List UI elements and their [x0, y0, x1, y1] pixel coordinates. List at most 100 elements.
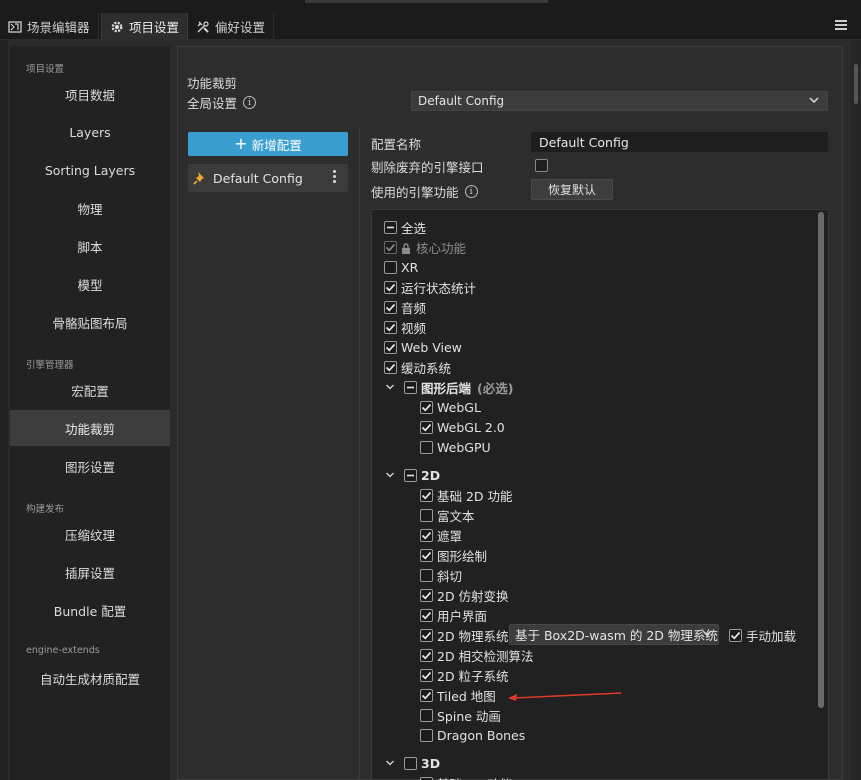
sidebar-item-splash-settings[interactable]: 插屏设置 [10, 554, 170, 590]
more-options-icon[interactable] [333, 170, 336, 184]
config-item-label: Default Config [213, 170, 303, 186]
feature-label: 缓动系统 [401, 360, 452, 376]
scrollbar-thumb[interactable] [854, 64, 858, 104]
feature-row-particle-2d[interactable]: 2D 粒子系统 [420, 665, 509, 685]
feature-checkbox [384, 240, 397, 254]
tab-label: 项目设置 [129, 20, 180, 35]
feature-checkbox[interactable] [404, 380, 417, 394]
feature-row-graphics-drawing[interactable]: 图形绘制 [420, 545, 487, 565]
feature-checkbox[interactable] [420, 708, 433, 722]
feature-checkbox[interactable] [404, 756, 417, 770]
feature-row-webgl2[interactable]: WebGL 2.0 [420, 417, 505, 437]
feature-row-audio[interactable]: 音频 [384, 297, 426, 317]
feature-checkbox[interactable] [384, 260, 397, 274]
feature-checkbox[interactable] [420, 528, 433, 542]
remove-deprecated-checkbox[interactable] [535, 159, 548, 172]
feature-row-spine-animation[interactable]: Spine 动画 [420, 705, 501, 725]
feature-row-xr[interactable]: XR [384, 257, 418, 277]
feature-checkbox[interactable] [420, 508, 433, 522]
feature-row-base-3d[interactable]: 基础 3D 功能 [420, 773, 513, 780]
feature-row-tween-system[interactable]: 缓动系统 [384, 357, 451, 377]
sidebar-item-graphics-settings[interactable]: 图形设置 [10, 448, 170, 484]
info-icon[interactable]: i [464, 185, 478, 198]
feature-checkbox[interactable] [384, 340, 397, 354]
feature-checkbox[interactable] [384, 280, 397, 294]
pin-icon [193, 171, 207, 185]
feature-row-tiled-map[interactable]: Tiled 地图 [420, 685, 496, 705]
feature-row-affine-transform-2d[interactable]: 2D 仿射变换 [420, 585, 509, 605]
feature-row-core-features[interactable]: 核心功能 [384, 237, 466, 257]
sidebar-item-macro-config[interactable]: 宏配置 [10, 372, 170, 408]
feature-row-intersection-2d[interactable]: 2D 相交检测算法 [420, 645, 534, 665]
feature-row-video[interactable]: 视频 [384, 317, 426, 337]
manual-load-checkbox[interactable] [729, 628, 742, 642]
tab-project-settings[interactable]: 项目设置 [101, 13, 189, 40]
feature-row-dragon-bones[interactable]: Dragon Bones [420, 725, 525, 745]
feature-row-user-interface[interactable]: 用户界面 [420, 605, 487, 625]
add-config-button[interactable]: + 新增配置 [188, 132, 348, 156]
sidebar-item-skeleton-layout[interactable]: 骨骼贴图布局 [10, 304, 170, 340]
physics2d-backend-select[interactable]: 基于 Box2D-wasm 的 2D 物理系统 [509, 624, 719, 645]
feature-checkbox[interactable] [420, 776, 433, 780]
expand-chevron-icon[interactable] [384, 757, 396, 769]
sidebar-item-physics[interactable]: 物理 [10, 190, 170, 226]
sidebar-item-layers[interactable]: Layers [10, 114, 170, 150]
feature-row-select-all[interactable]: 全选 [384, 217, 426, 237]
feature-checkbox[interactable] [420, 608, 433, 622]
feature-row-group-3d[interactable]: 3D [384, 753, 440, 773]
tab-scene-editor[interactable]: 场景编辑器 [0, 13, 99, 40]
gear-icon [110, 20, 124, 34]
sidebar-item-texture-compression[interactable]: 压缩纹理 [10, 516, 170, 552]
feature-label: 2D [421, 467, 441, 483]
hamburger-menu-icon[interactable] [835, 20, 847, 32]
sidebar-item-sorting-layers[interactable]: Sorting Layers [10, 152, 170, 188]
feature-row-sliced[interactable]: 斜切 [420, 565, 462, 585]
feature-row-graphics-backend[interactable]: 图形后端 (必选) [384, 377, 513, 397]
config-list-item[interactable]: Default Config [188, 164, 348, 192]
feature-row-profiler[interactable]: 运行状态统计 [384, 277, 476, 297]
feature-checkbox[interactable] [384, 360, 397, 374]
sidebar-item-bundle-config[interactable]: Bundle 配置 [10, 592, 170, 628]
feature-checkbox[interactable] [420, 668, 433, 682]
feature-checkbox[interactable] [420, 568, 433, 582]
feature-checkbox[interactable] [420, 628, 433, 642]
feature-checkbox[interactable] [420, 548, 433, 562]
feature-checkbox[interactable] [384, 320, 397, 334]
feature-row-physics-2d[interactable]: 2D 物理系统 [420, 625, 509, 645]
manual-load-option[interactable]: 手动加载 [729, 625, 796, 645]
feature-label: WebGL [437, 399, 481, 415]
feature-row-rich-text[interactable]: 富文本 [420, 505, 475, 525]
feature-checkbox[interactable] [384, 300, 397, 314]
restore-default-button[interactable]: 恢复默认 [531, 179, 613, 200]
panel-scrollbar[interactable] [851, 40, 861, 780]
feature-checkbox[interactable] [420, 400, 433, 414]
feature-row-mask[interactable]: 遮罩 [420, 525, 462, 545]
tab-preferences[interactable]: 偏好设置 [188, 13, 275, 40]
feature-checkbox[interactable] [420, 488, 433, 502]
feature-checkbox[interactable] [420, 688, 433, 702]
feature-label: Tiled 地图 [437, 688, 496, 704]
feature-checkbox[interactable] [420, 420, 433, 434]
config-name-input[interactable]: Default Config [531, 132, 828, 152]
feature-checkbox[interactable] [420, 440, 433, 454]
tree-scrollbar[interactable] [818, 212, 824, 708]
feature-row-webgl[interactable]: WebGL [420, 397, 481, 417]
feature-checkbox[interactable] [404, 468, 417, 482]
feature-checkbox[interactable] [420, 728, 433, 742]
expand-chevron-icon[interactable] [384, 381, 396, 393]
global-config-select[interactable]: Default Config [411, 91, 828, 111]
sidebar-item-auto-material[interactable]: 自动生成材质配置 [10, 660, 170, 696]
feature-checkbox[interactable] [384, 220, 397, 234]
feature-checkbox[interactable] [420, 648, 433, 662]
sidebar-item-project-data[interactable]: 项目数据 [10, 76, 170, 112]
feature-row-group-2d[interactable]: 2D [384, 465, 440, 485]
expand-chevron-icon[interactable] [384, 469, 396, 481]
feature-row-webgpu[interactable]: WebGPU [420, 437, 491, 457]
feature-checkbox[interactable] [420, 588, 433, 602]
info-icon[interactable]: i [243, 96, 257, 109]
sidebar-item-scripts[interactable]: 脚本 [10, 228, 170, 264]
feature-row-webview[interactable]: Web View [384, 337, 462, 357]
feature-row-base-2d[interactable]: 基础 2D 功能 [420, 485, 513, 505]
sidebar-item-models[interactable]: 模型 [10, 266, 170, 302]
sidebar-item-feature-cropping[interactable]: 功能裁剪 [10, 410, 170, 446]
